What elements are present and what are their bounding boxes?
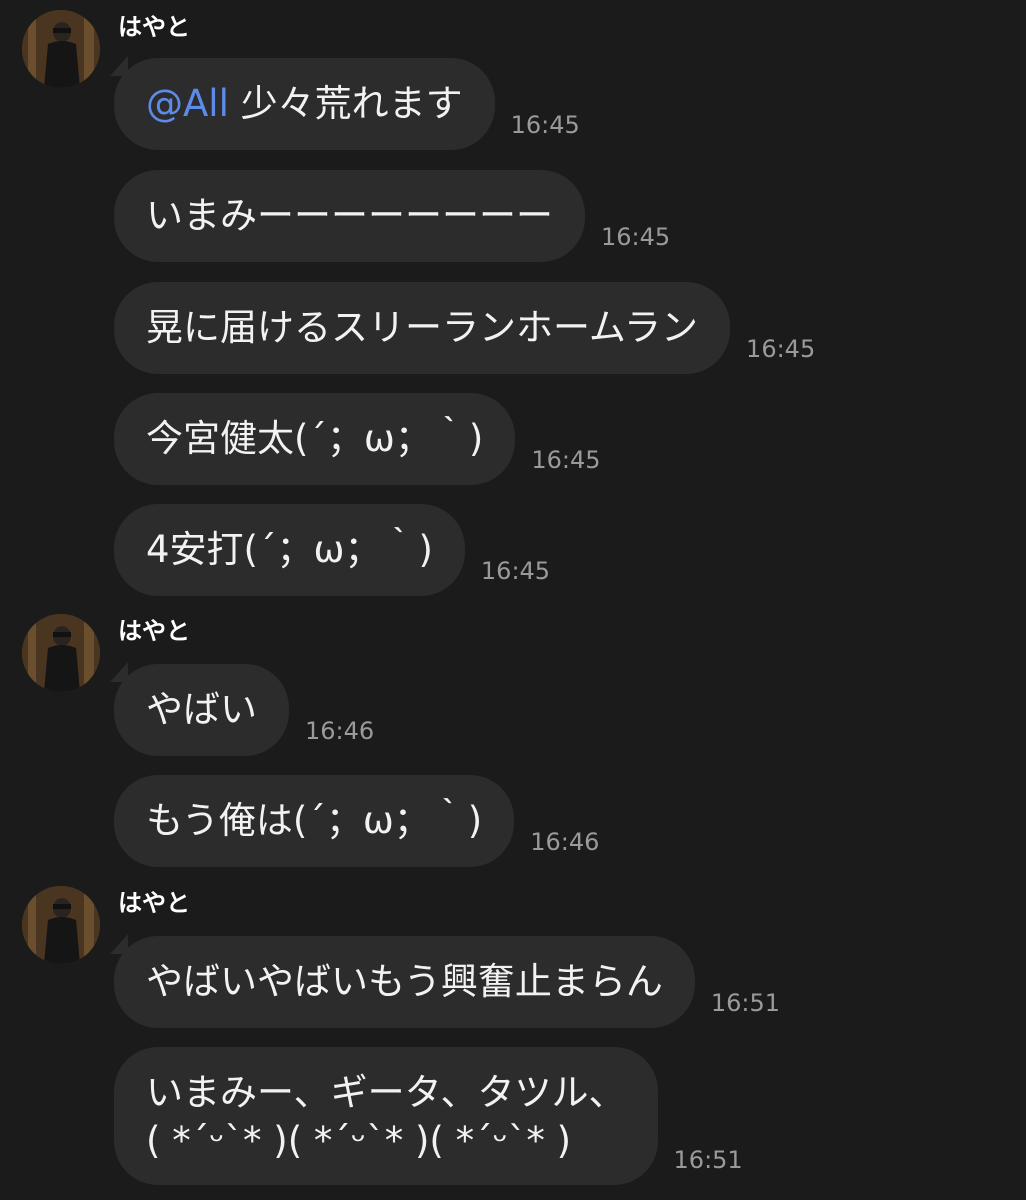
message-bubble[interactable]: やばい <box>110 662 289 756</box>
message-row: @All 少々荒れます 16:45 <box>110 56 580 150</box>
message-text: いまみーーーーーーーー <box>146 194 553 237</box>
message-text: もう俺は(´；ω；｀) <box>146 799 483 842</box>
sender-name: はやと <box>118 617 190 645</box>
sender-name: はやと <box>118 889 190 917</box>
message-bubble[interactable]: やばいやばいもう興奮止まらん <box>110 934 695 1028</box>
message-row: 4安打(´；ω；｀) 16:45 <box>114 504 550 596</box>
message-row: 今宮健太(´；ω；｀) 16:45 <box>114 393 601 485</box>
message-time: 16:46 <box>305 717 375 745</box>
avatar[interactable] <box>22 614 100 692</box>
message-text: 今宮健太(´；ω；｀) <box>146 417 484 460</box>
message-bubble[interactable]: いまみーーーーーーーー <box>114 170 585 262</box>
sender-name: はやと <box>118 13 190 41</box>
message-text: やばいやばいもう興奮止まらん <box>146 960 663 1003</box>
message-text: 晃に届けるスリーランホームラン <box>146 306 699 349</box>
message-bubble[interactable]: いまみー、ギータ、タツル、 ( *´ᵕ`* )( *´ᵕ`* )( *´ᵕ`* … <box>114 1047 658 1185</box>
message-row: いまみー、ギータ、タツル、 ( *´ᵕ`* )( *´ᵕ`* )( *´ᵕ`* … <box>114 1047 743 1185</box>
message-time: 16:51 <box>710 989 781 1017</box>
message-bubble[interactable]: 晃に届けるスリーランホームラン <box>114 282 731 374</box>
message-time: 16:46 <box>530 828 600 856</box>
message-time: 16:45 <box>531 446 601 474</box>
avatar[interactable] <box>22 10 100 88</box>
message-text: やばい <box>146 688 257 731</box>
message-row: やばいやばいもう興奮止まらん 16:51 <box>110 934 781 1028</box>
message-row: いまみーーーーーーーー 16:45 <box>114 170 670 262</box>
avatar[interactable] <box>22 886 100 964</box>
message-bubble[interactable]: 4安打(´；ω；｀) <box>114 504 465 596</box>
message-text: いまみー、ギータ、タツル、 ( *´ᵕ`* )( *´ᵕ`* )( *´ᵕ`* … <box>146 1071 626 1162</box>
message-text: 4安打(´；ω；｀) <box>146 528 433 571</box>
message-time: 16:45 <box>510 111 580 139</box>
message-bubble[interactable]: 今宮健太(´；ω；｀) <box>114 393 516 485</box>
message-time: 16:45 <box>601 223 671 251</box>
message-row: もう俺は(´；ω；｀) 16:46 <box>114 775 599 867</box>
message-row: 晃に届けるスリーランホームラン 16:45 <box>114 282 815 374</box>
message-time: 16:51 <box>673 1146 743 1174</box>
message-bubble[interactable]: @All 少々荒れます <box>110 56 495 150</box>
message-text: 少々荒れます <box>228 82 463 125</box>
mention-all[interactable]: @All <box>146 82 229 125</box>
message-time: 16:45 <box>746 335 816 363</box>
message-bubble[interactable]: もう俺は(´；ω；｀) <box>114 775 515 867</box>
message-time: 16:45 <box>480 557 551 585</box>
message-row: やばい 16:46 <box>110 662 375 756</box>
